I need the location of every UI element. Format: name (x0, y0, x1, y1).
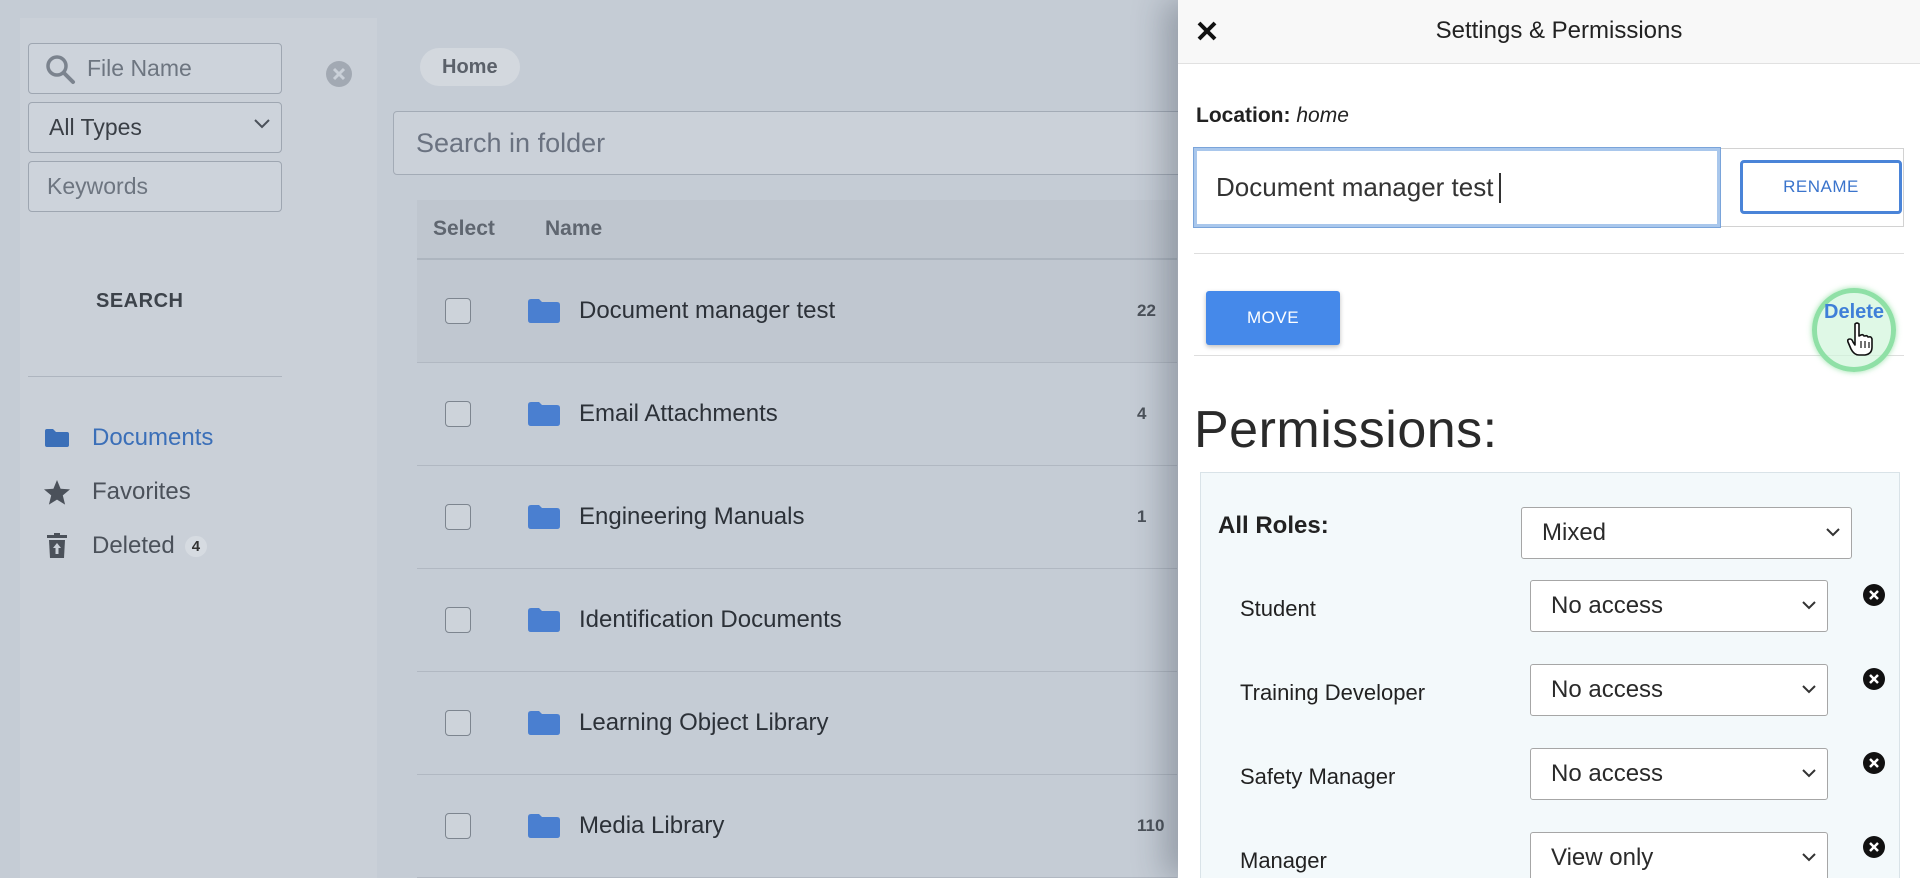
folder-name-value: Document manager test (1216, 172, 1494, 202)
panel-divider (1194, 253, 1904, 254)
breadcrumb-home[interactable]: Home (420, 48, 520, 86)
folder-name[interactable]: Media Library (579, 812, 724, 840)
sidebar-item-documents[interactable]: Documents (42, 424, 213, 452)
role-select-value: No access (1551, 592, 1664, 619)
role-select-value: No access (1551, 676, 1664, 703)
folder-icon (528, 402, 560, 426)
file-type-select[interactable]: All Types (28, 102, 282, 153)
hand-cursor-icon (1846, 322, 1873, 356)
settings-permissions-panel: Settings & Permissions Location: home Do… (1178, 0, 1920, 878)
row-checkbox[interactable] (445, 401, 471, 427)
remove-role-icon[interactable] (1862, 583, 1886, 607)
role-select-safety-manager[interactable]: No access (1530, 748, 1828, 800)
folder-search-placeholder: Search in folder (416, 127, 606, 158)
chevron-down-icon (1802, 685, 1816, 694)
chevron-down-icon (1802, 769, 1816, 778)
row-checkbox[interactable] (445, 813, 471, 839)
keywords-input[interactable]: Keywords (28, 161, 282, 212)
role-select-student[interactable]: No access (1530, 580, 1828, 632)
folder-item-count: 4 (1137, 404, 1147, 423)
text-caret (1499, 172, 1502, 203)
role-label-manager: Manager (1240, 848, 1327, 873)
remove-role-icon[interactable] (1862, 751, 1886, 775)
remove-role-icon[interactable] (1862, 667, 1886, 691)
folder-name-input[interactable]: Document manager test (1193, 147, 1721, 228)
file-table: Select Name Document manager test 22 Ema… (417, 200, 1177, 878)
all-roles-value: Mixed (1542, 519, 1607, 546)
sidebar-item-label: Documents (92, 424, 214, 451)
folder-icon (528, 505, 560, 529)
sidebar-divider (28, 376, 282, 377)
folder-icon (528, 299, 560, 323)
all-roles-select[interactable]: Mixed (1521, 507, 1852, 559)
star-icon (42, 478, 72, 506)
row-checkbox[interactable] (445, 607, 471, 633)
all-roles-label: All Roles: (1218, 512, 1329, 539)
table-row[interactable]: Email Attachments 4 (417, 363, 1177, 466)
panel-header: Settings & Permissions (1178, 0, 1920, 64)
role-select-value: No access (1551, 760, 1664, 787)
permissions-heading: Permissions: (1194, 401, 1498, 459)
table-header: Select Name (417, 200, 1177, 260)
location-value: home (1296, 104, 1349, 127)
move-button[interactable]: MOVE (1206, 291, 1340, 345)
remove-role-icon[interactable] (1862, 835, 1886, 859)
sidebar-item-favorites[interactable]: Favorites (42, 478, 191, 506)
folder-item-count: 110 (1137, 816, 1165, 835)
delete-button[interactable]: Delete (1824, 301, 1884, 324)
sidebar-item-label: Deleted (92, 532, 175, 559)
role-label-training-developer: Training Developer (1240, 680, 1426, 705)
role-select-manager[interactable]: View only (1530, 832, 1828, 878)
rename-button[interactable]: RENAME (1740, 160, 1902, 214)
role-select-training-developer[interactable]: No access (1530, 664, 1828, 716)
row-checkbox[interactable] (445, 298, 471, 324)
chevron-down-icon (1802, 853, 1816, 862)
deleted-count-badge: 4 (184, 535, 208, 557)
column-header-name[interactable]: Name (545, 217, 602, 241)
chevron-down-icon (1802, 601, 1816, 610)
row-checkbox[interactable] (445, 504, 471, 530)
chevron-down-icon (1826, 528, 1840, 537)
chevron-down-icon (254, 119, 270, 129)
table-row[interactable]: Engineering Manuals 1 (417, 466, 1177, 569)
panel-title: Settings & Permissions (1435, 17, 1683, 44)
search-icon (46, 54, 75, 84)
rename-row: Document manager test RENAME (1193, 147, 1904, 228)
folder-name[interactable]: Engineering Manuals (579, 503, 804, 531)
folder-item-count: 1 (1137, 507, 1147, 526)
panel-divider (1194, 355, 1904, 356)
folder-icon (528, 608, 560, 632)
role-label-safety-manager: Safety Manager (1240, 764, 1396, 789)
folder-icon (528, 814, 560, 838)
folder-name[interactable]: Learning Object Library (579, 709, 828, 737)
file-name-placeholder: File Name (87, 55, 192, 81)
location-label: Location: (1196, 104, 1291, 127)
folder-icon (528, 711, 560, 735)
table-row[interactable]: Learning Object Library (417, 672, 1177, 775)
column-header-select: Select (433, 217, 495, 240)
table-row[interactable]: Identification Documents (417, 569, 1177, 672)
role-label-student: Student (1240, 596, 1316, 621)
folder-name[interactable]: Email Attachments (579, 400, 778, 428)
location-line: Location: home (1196, 104, 1349, 128)
row-checkbox[interactable] (445, 710, 471, 736)
sidebar-item-label: Favorites (92, 478, 191, 505)
file-type-value: All Types (49, 114, 142, 140)
sidebar: File Name All Types Keywords SEARCH Docu… (20, 18, 377, 878)
role-select-value: View only (1551, 844, 1654, 871)
search-button[interactable]: SEARCH (96, 290, 183, 313)
folder-name[interactable]: Document manager test (579, 297, 835, 325)
keywords-placeholder: Keywords (47, 173, 148, 199)
folder-icon (42, 424, 72, 452)
file-name-search-input[interactable]: File Name (28, 43, 282, 94)
folder-name[interactable]: Identification Documents (579, 606, 842, 634)
clear-search-icon[interactable] (325, 60, 353, 88)
folder-item-count: 22 (1137, 301, 1156, 320)
trash-icon (42, 532, 72, 560)
table-row[interactable]: Media Library 110 (417, 775, 1177, 878)
folder-search-input[interactable]: Search in folder (393, 111, 1193, 175)
sidebar-item-deleted[interactable]: Deleted 4 (42, 532, 208, 560)
table-row[interactable]: Document manager test 22 (417, 260, 1177, 363)
